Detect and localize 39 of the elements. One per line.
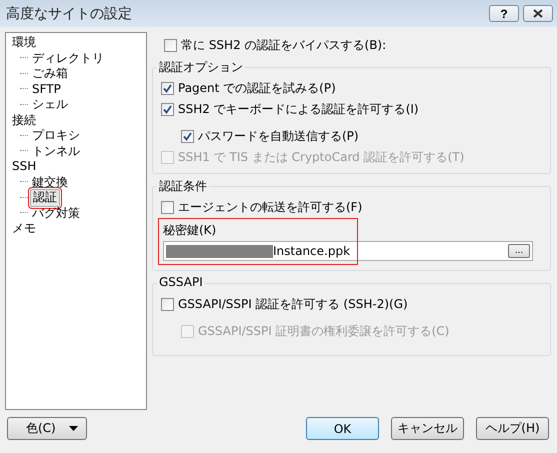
help-button[interactable]: ? <box>489 5 519 22</box>
checkbox[interactable] <box>181 130 194 143</box>
tree-item[interactable]: SFTP <box>30 82 63 98</box>
tree-item[interactable]: トンネル <box>30 144 82 160</box>
checkbox-label: パスワードを自動送信する(P) <box>198 128 359 145</box>
color-dropdown[interactable]: 色(C) <box>7 417 87 440</box>
tree-item[interactable]: プロキシ <box>30 128 82 144</box>
tree-item[interactable]: 接続 <box>10 112 38 128</box>
input-field[interactable]: Instance.ppk ... <box>163 241 533 262</box>
checkbox-label: SSH2 でキーボードによる認証を許可する(I) <box>178 100 419 118</box>
tree-item[interactable]: 環境 <box>10 35 38 51</box>
checkbox-label: GSSAPI/SSPI 証明書の権利委譲を許可する(C) <box>198 322 450 340</box>
window-title: 高度なサイトの設定 <box>6 4 133 23</box>
checkbox[interactable] <box>161 102 174 116</box>
cancel-button[interactable]: キャンセル <box>391 417 464 440</box>
browse-button[interactable]: ... <box>508 244 530 258</box>
checkbox[interactable] <box>164 38 177 52</box>
ok-button[interactable]: OK <box>306 417 379 440</box>
checkbox[interactable] <box>161 298 174 311</box>
close-button[interactable] <box>523 5 553 22</box>
tree-item[interactable]: バグ対策 <box>30 206 82 222</box>
tree-item[interactable]: シェル <box>30 97 70 113</box>
caret-icon <box>69 426 78 432</box>
tree-item[interactable]: ディレクトリ <box>30 50 106 66</box>
field-label: 秘密鍵(K) <box>163 222 218 240</box>
checkbox-label: Pagent での認証を試みる(P) <box>178 80 336 97</box>
checkbox-label: GSSAPI/SSPI 認証を許可する (SSH-2)(G) <box>178 296 408 313</box>
checkbox[interactable] <box>161 82 174 95</box>
checkbox-label: エージェントの転送を許可する(F) <box>178 198 362 216</box>
help-dialog-button[interactable]: ヘルプ(H) <box>476 417 549 440</box>
checkbox-label: 常に SSH2 の認証をバイパスする(B): <box>181 36 386 54</box>
tree-item[interactable]: 認証 <box>30 189 60 207</box>
tree-item[interactable]: メモ <box>10 221 38 237</box>
checkbox-label: SSH1 で TIS または CryptoCard 認証を許可する(T) <box>178 148 464 166</box>
tree-item[interactable]: ごみ箱 <box>30 66 70 82</box>
group-title: GSSAPI <box>157 275 205 290</box>
tree-item[interactable]: SSH <box>10 159 38 175</box>
checkbox[interactable] <box>161 200 174 214</box>
close-icon <box>533 9 543 18</box>
